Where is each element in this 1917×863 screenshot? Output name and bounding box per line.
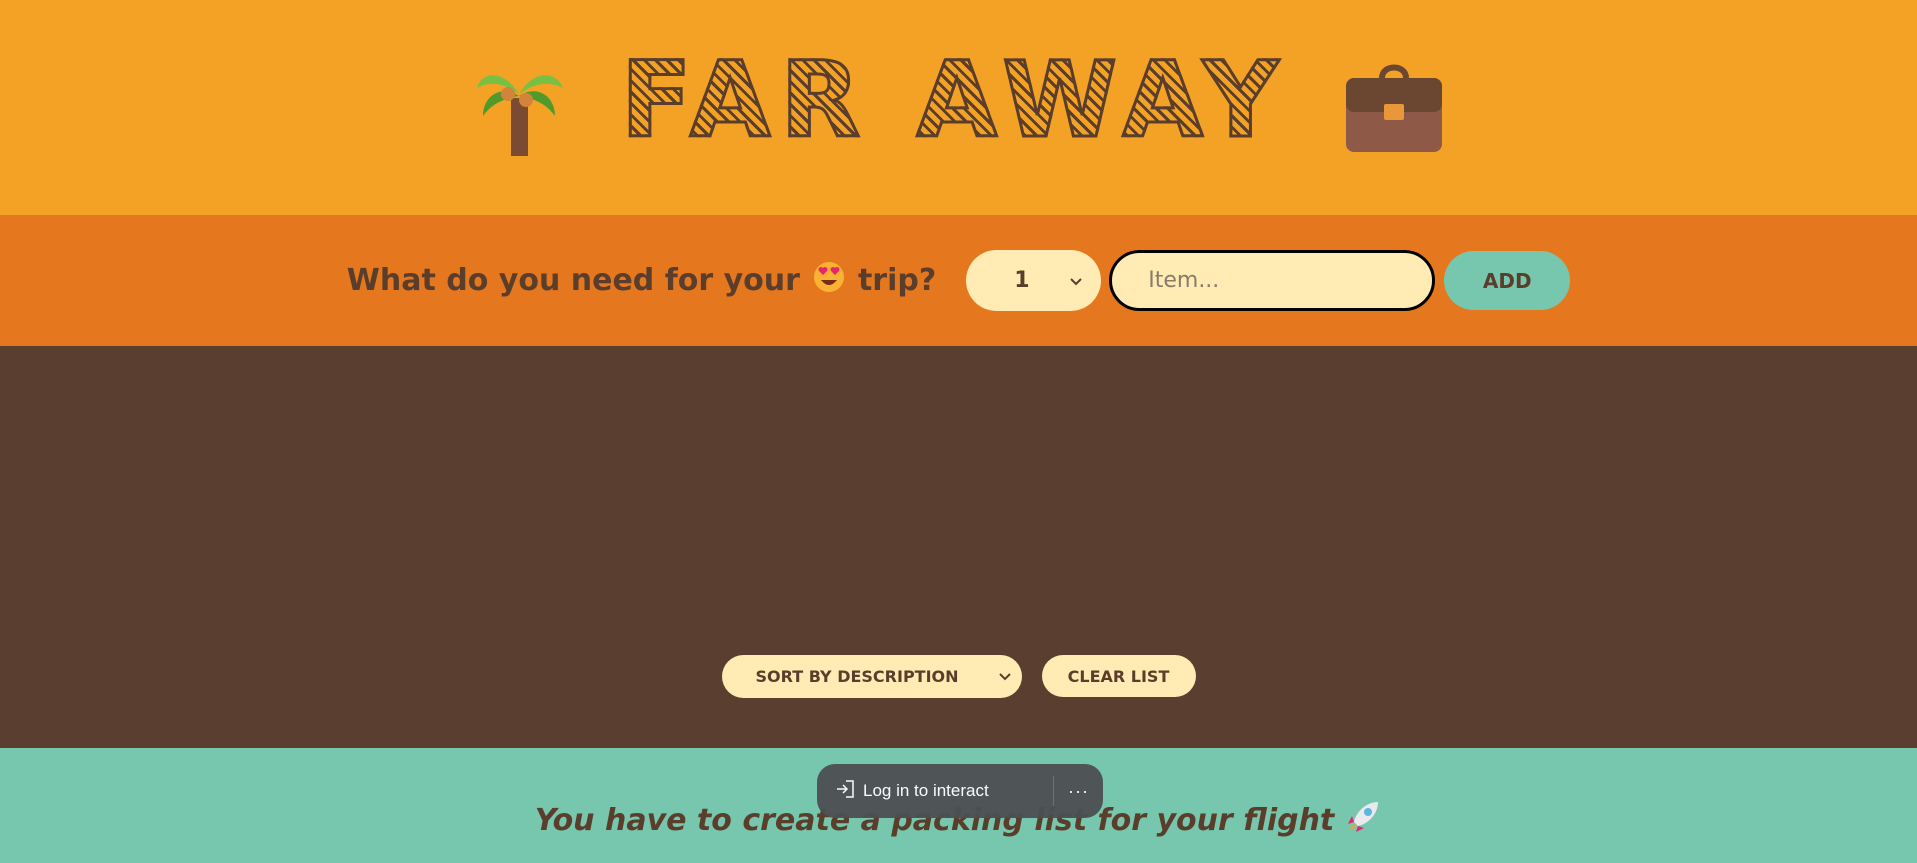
quantity-value: 1 (1014, 268, 1030, 293)
quantity-select[interactable]: 1 (966, 250, 1102, 311)
more-options-button[interactable]: ··· (1054, 781, 1103, 802)
heart-eyes-face-icon (812, 260, 846, 302)
sign-in-icon (835, 779, 855, 804)
briefcase-icon (1344, 62, 1444, 154)
clear-list-button[interactable]: CLEAR LIST (1041, 655, 1196, 697)
rocket-icon (1344, 798, 1382, 844)
login-overlay: Log in to interact ··· (817, 764, 1103, 818)
app-header: FAR AWAY (0, 0, 1917, 215)
chevron-down-icon (1069, 268, 1083, 293)
item-input[interactable] (1109, 250, 1436, 311)
login-button[interactable]: Log in to interact (817, 779, 1053, 804)
palm-tree-icon (473, 58, 565, 158)
question-text-end: trip? (857, 263, 937, 298)
add-button[interactable]: ADD (1444, 251, 1571, 310)
chevron-down-icon (998, 667, 1012, 686)
form-question: What do you need for your trip? (347, 260, 936, 302)
login-label: Log in to interact (863, 781, 989, 800)
list-actions: SORT BY DESCRIPTION CLEAR LIST (0, 655, 1917, 698)
add-item-form: What do you need for your trip? 1 ADD (0, 215, 1917, 346)
question-text: What do you need for your (346, 263, 800, 298)
sort-value: SORT BY DESCRIPTION (755, 667, 959, 686)
sort-select[interactable]: SORT BY DESCRIPTION (721, 655, 1022, 698)
app-title: FAR AWAY (619, 38, 1289, 161)
